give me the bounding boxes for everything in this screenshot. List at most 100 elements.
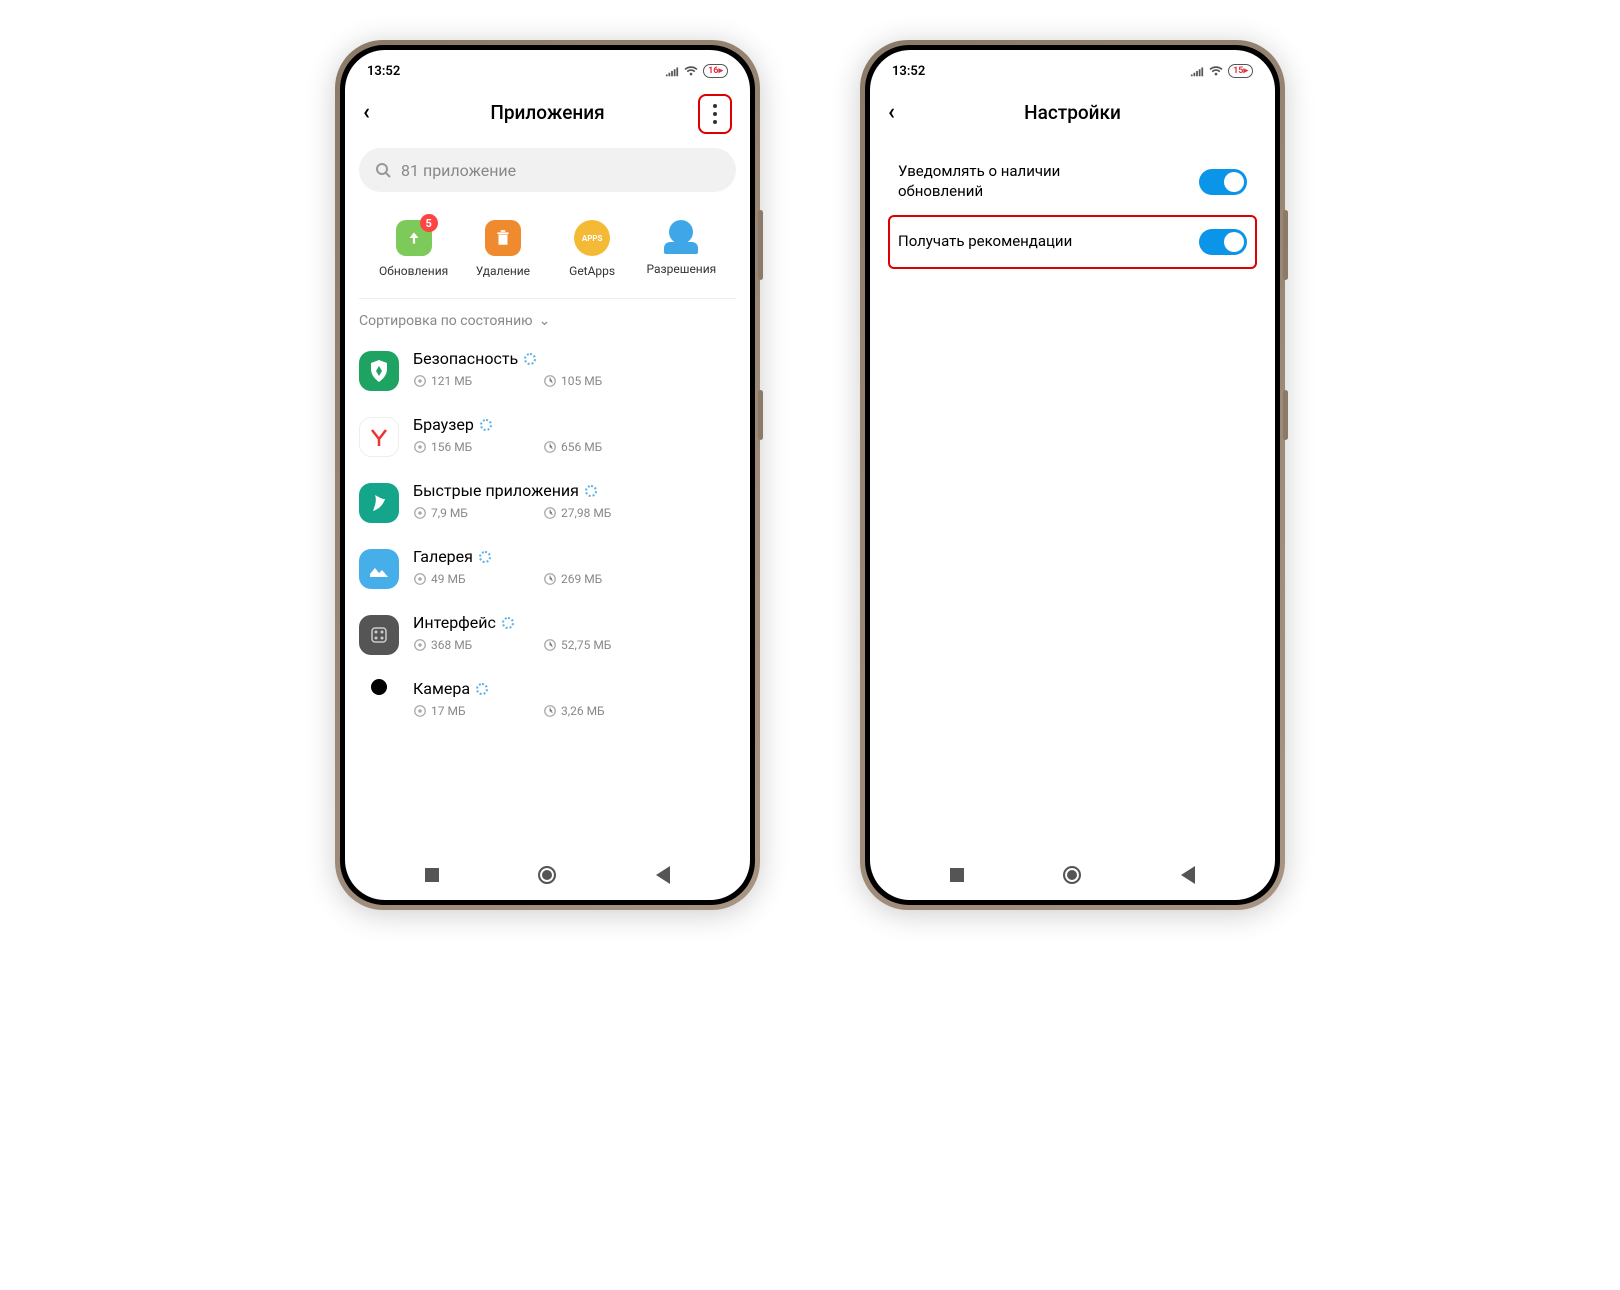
storage-icon <box>413 440 427 454</box>
ram-value: 105 МБ <box>561 374 602 388</box>
loading-icon <box>480 419 492 431</box>
loading-icon <box>479 551 491 563</box>
search-placeholder: 81 приложение <box>401 161 516 180</box>
page-title: Настройки <box>1024 101 1121 124</box>
battery-indicator: 15▸ <box>1228 64 1253 78</box>
nav-recents[interactable] <box>950 868 964 882</box>
battery-indicator: 16▸ <box>703 64 728 78</box>
storage-value: 49 МБ <box>431 572 466 586</box>
toggle-switch[interactable] <box>1199 229 1247 255</box>
loading-icon <box>502 617 514 629</box>
nav-home[interactable] <box>538 866 556 884</box>
ram-value: 27,98 МБ <box>561 506 611 520</box>
nav-home[interactable] <box>1063 866 1081 884</box>
app-name: Камера <box>413 679 470 698</box>
chevron-down-icon: ⌄ <box>539 313 551 329</box>
app-name: Галерея <box>413 547 473 566</box>
loading-icon <box>524 353 536 365</box>
app-row-browser[interactable]: Браузер 156 МБ 656 МБ <box>359 403 736 469</box>
page-title: Приложения <box>490 101 604 124</box>
permissions-icon <box>664 220 698 254</box>
loading-icon <box>476 683 488 695</box>
quick-label: GetApps <box>569 264 615 278</box>
app-row-interface[interactable]: Интерфейс 368 МБ 52,75 МБ <box>359 601 736 667</box>
shield-icon <box>359 351 399 391</box>
storage-value: 7,9 МБ <box>431 506 468 520</box>
ram-icon <box>543 506 557 520</box>
storage-value: 121 МБ <box>431 374 472 388</box>
setting-label: Получать рекомендации <box>898 232 1072 252</box>
app-header: ‹ Приложения <box>345 86 750 138</box>
app-name: Быстрые приложения <box>413 481 579 500</box>
wifi-icon <box>684 64 698 78</box>
app-row-quickapps[interactable]: Быстрые приложения 7,9 МБ 27,98 МБ <box>359 469 736 535</box>
ram-icon <box>543 374 557 388</box>
loading-icon <box>585 485 597 497</box>
app-name: Браузер <box>413 415 474 434</box>
updates-icon: 5 <box>396 220 432 256</box>
storage-icon <box>413 704 427 718</box>
yandex-icon <box>359 417 399 457</box>
quick-label: Разрешения <box>647 262 717 276</box>
storage-value: 17 МБ <box>431 704 466 718</box>
quick-label: Обновления <box>379 264 448 278</box>
phone-device-left: 13:52 16▸ ‹ Приложения 81 приложение <box>335 40 760 910</box>
nav-recents[interactable] <box>425 868 439 882</box>
phone-side-button <box>1283 390 1288 440</box>
ram-value: 656 МБ <box>561 440 602 454</box>
quick-permissions[interactable]: Разрешения <box>641 220 721 278</box>
status-time: 13:52 <box>367 64 400 79</box>
ram-icon <box>543 638 557 652</box>
status-time: 13:52 <box>892 64 925 79</box>
quick-uninstall[interactable]: Удаление <box>463 220 543 278</box>
signal-icon <box>665 64 679 78</box>
sort-dropdown[interactable]: Сортировка по состоянию ⌄ <box>345 299 750 337</box>
interface-icon <box>359 615 399 655</box>
app-header: ‹ Настройки <box>870 86 1275 138</box>
search-icon <box>375 162 391 178</box>
app-name: Безопасность <box>413 349 518 368</box>
settings-list: Уведомлять о наличии обновлений Получать… <box>870 138 1275 279</box>
ram-value: 3,26 МБ <box>561 704 605 718</box>
app-row-security[interactable]: Безопасность 121 МБ 105 МБ <box>359 337 736 403</box>
ram-value: 52,75 МБ <box>561 638 611 652</box>
app-row-gallery[interactable]: Галерея 49 МБ 269 МБ <box>359 535 736 601</box>
app-name: Интерфейс <box>413 613 496 632</box>
status-bar: 13:52 16▸ <box>345 50 750 86</box>
nav-bar <box>870 850 1275 900</box>
nav-back[interactable] <box>1181 866 1195 884</box>
storage-value: 368 МБ <box>431 638 472 652</box>
ram-icon <box>543 440 557 454</box>
quick-actions-row: 5 Обновления Удаление APPS GetApps <box>359 202 736 299</box>
camera-icon <box>359 679 399 695</box>
back-button[interactable]: ‹ <box>888 100 916 125</box>
updates-badge: 5 <box>420 214 438 232</box>
phone-device-right: 13:52 15▸ ‹ Настройки Уведомлять о налич… <box>860 40 1285 910</box>
setting-notify-updates[interactable]: Уведомлять о наличии обновлений <box>888 148 1257 215</box>
nav-back[interactable] <box>656 866 670 884</box>
toggle-switch[interactable] <box>1199 169 1247 195</box>
signal-icon <box>1190 64 1204 78</box>
trash-icon <box>485 220 521 256</box>
back-button[interactable]: ‹ <box>363 100 391 125</box>
nav-bar <box>345 850 750 900</box>
setting-recommendations[interactable]: Получать рекомендации <box>888 215 1257 269</box>
storage-icon <box>413 638 427 652</box>
gallery-icon <box>359 549 399 589</box>
ram-icon <box>543 572 557 586</box>
ram-value: 269 МБ <box>561 572 602 586</box>
more-options-button[interactable] <box>698 94 732 134</box>
search-input[interactable]: 81 приложение <box>359 148 736 192</box>
app-row-camera[interactable]: Камера 17 МБ 3,26 МБ <box>359 667 736 730</box>
storage-value: 156 МБ <box>431 440 472 454</box>
quick-getapps[interactable]: APPS GetApps <box>552 220 632 278</box>
phone-side-button <box>758 210 763 280</box>
app-list: Безопасность 121 МБ 105 МБ Браузер <box>345 337 750 850</box>
phone-side-button <box>1283 210 1288 280</box>
phone-side-button <box>758 390 763 440</box>
getapps-icon: APPS <box>574 220 610 256</box>
storage-icon <box>413 572 427 586</box>
storage-icon <box>413 374 427 388</box>
quickapp-icon <box>359 483 399 523</box>
quick-updates[interactable]: 5 Обновления <box>374 220 454 278</box>
